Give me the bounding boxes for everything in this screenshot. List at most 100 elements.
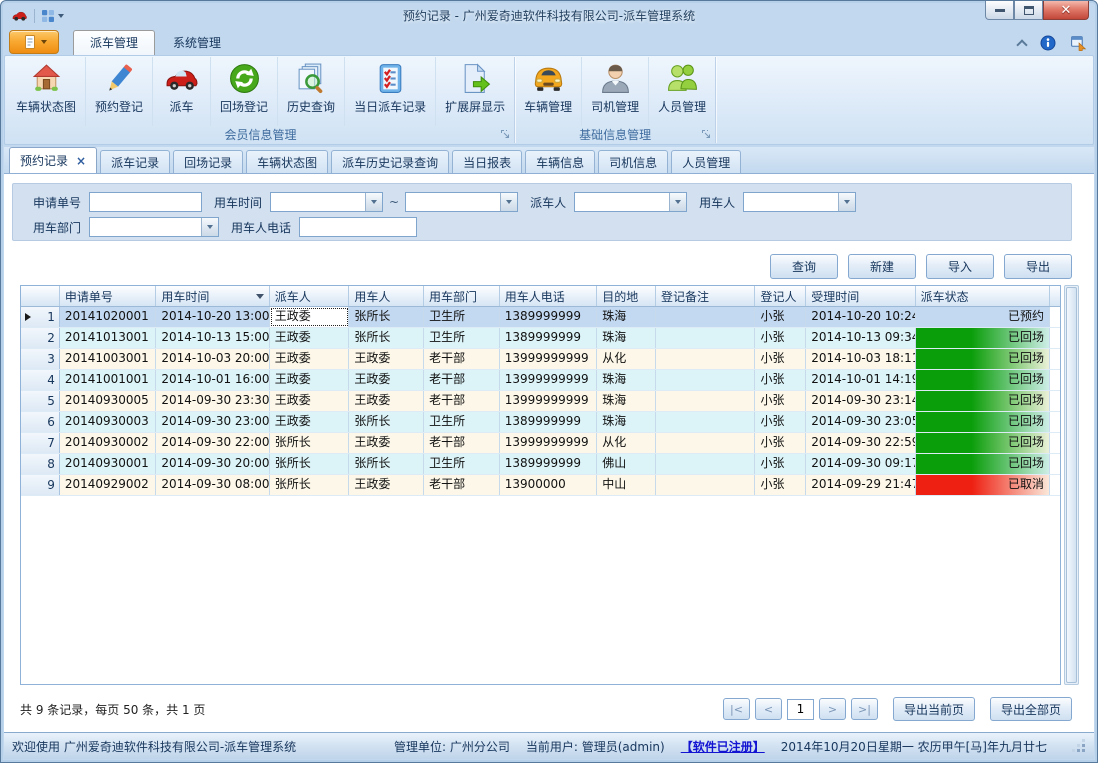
collapse-ribbon-icon[interactable] [1016, 39, 1027, 50]
dropdown-button[interactable] [201, 218, 218, 236]
dispatcher-combo[interactable] [574, 192, 687, 212]
grid-cell[interactable]: 2014-09-30 22:00 [156, 433, 269, 453]
dispatch-status-cell[interactable]: 已回场 [916, 412, 1050, 432]
grid-cell[interactable]: 1389999999 [500, 454, 598, 474]
grid-cell[interactable]: 珠海 [597, 328, 656, 348]
grid-cell[interactable]: 王政委 [349, 391, 424, 411]
vertical-scrollbar[interactable] [1064, 285, 1079, 685]
row-header[interactable]: 6 [21, 412, 60, 432]
grid-cell[interactable]: 珠海 [597, 307, 656, 327]
column-header-0[interactable]: 申请单号 [60, 286, 157, 306]
grid-cell[interactable]: 13999999999 [500, 433, 598, 453]
car-user-input[interactable] [744, 193, 838, 211]
column-header-5[interactable]: 用车人电话 [500, 286, 598, 306]
dropdown-button[interactable] [669, 193, 686, 211]
grid-cell[interactable]: 中山 [597, 475, 656, 495]
grid-cell[interactable]: 老干部 [424, 433, 500, 453]
column-header-10[interactable]: 派车状态 [916, 286, 1050, 306]
grid-cell[interactable]: 小张 [755, 412, 806, 432]
application-no-input[interactable] [89, 192, 202, 212]
minimize-button[interactable] [985, 1, 1014, 20]
grid-cell[interactable]: 20140930005 [60, 391, 157, 411]
grid-cell[interactable]: 小张 [755, 328, 806, 348]
dropdown-button[interactable] [838, 193, 855, 211]
doc-tab-6[interactable]: 车辆信息 [525, 150, 595, 173]
grid-cell[interactable]: 王政委 [270, 349, 350, 369]
grid-cell[interactable]: 卫生所 [424, 412, 500, 432]
grid-cell[interactable]: 王政委 [270, 412, 350, 432]
grid-cell[interactable]: 卫生所 [424, 454, 500, 474]
grid-cell[interactable]: 2014-09-30 22:59 [806, 433, 915, 453]
grid-cell[interactable]: 从化 [597, 433, 656, 453]
grid-cell[interactable]: 王政委 [349, 433, 424, 453]
grid-cell[interactable]: 王政委 [270, 328, 350, 348]
grid-cell[interactable] [656, 370, 756, 390]
table-row[interactable]: 5201409300052014-09-30 23:30王政委王政委老干部139… [21, 391, 1060, 412]
resize-grip[interactable] [1073, 740, 1086, 753]
grid-cell[interactable]: 2014-09-30 09:17 [806, 454, 915, 474]
grid-cell[interactable]: 老干部 [424, 391, 500, 411]
use-time-to-input[interactable] [406, 193, 500, 211]
table-row[interactable]: 8201409300012014-09-30 20:00张所长张所长卫生所138… [21, 454, 1060, 475]
column-header-2[interactable]: 派车人 [270, 286, 350, 306]
column-header-6[interactable]: 目的地 [597, 286, 656, 306]
scrollbar-thumb[interactable] [1066, 287, 1077, 683]
grid-cell[interactable]: 张所长 [270, 433, 350, 453]
grid-cell[interactable]: 2014-10-03 18:11 [806, 349, 915, 369]
import-button[interactable]: 导入 [926, 254, 994, 279]
ribbon-button-driver[interactable]: 司机管理 [581, 57, 648, 126]
last-page-button[interactable]: >| [851, 698, 878, 720]
grid-cell[interactable]: 2014-09-29 21:47 [806, 475, 915, 495]
grid-cell[interactable]: 小张 [755, 391, 806, 411]
doc-tab-7[interactable]: 司机信息 [598, 150, 668, 173]
grid-cell[interactable]: 小张 [755, 370, 806, 390]
department-input[interactable] [90, 218, 201, 236]
ribbon-button-checklist[interactable]: 当日派车记录 [344, 57, 435, 126]
grid-cell[interactable]: 2014-10-01 14:19 [806, 370, 915, 390]
grid-cell[interactable]: 20140929002 [60, 475, 157, 495]
grid-cell[interactable]: 张所长 [349, 412, 424, 432]
row-header[interactable]: 4 [21, 370, 60, 390]
table-row[interactable]: 7201409300022014-09-30 22:00张所长王政委老干部139… [21, 433, 1060, 454]
maximize-button[interactable] [1014, 1, 1043, 20]
grid-cell[interactable]: 20140930003 [60, 412, 157, 432]
grid-cell[interactable]: 小张 [755, 307, 806, 327]
doc-tab-1[interactable]: 派车记录 [100, 150, 170, 173]
row-header[interactable]: 2 [21, 328, 60, 348]
grid-cell[interactable] [656, 412, 756, 432]
grid-cell[interactable]: 13900000 [500, 475, 598, 495]
next-page-button[interactable]: > [819, 698, 846, 720]
grid-cell[interactable]: 13999999999 [500, 370, 598, 390]
grid-cell[interactable]: 小张 [755, 454, 806, 474]
grid-cell[interactable]: 1389999999 [500, 328, 598, 348]
grid-cell[interactable]: 20140930002 [60, 433, 157, 453]
window-style-icon[interactable] [1070, 34, 1087, 51]
column-header-3[interactable]: 用车人 [349, 286, 424, 306]
close-tab-icon[interactable]: × [76, 154, 86, 168]
column-header-1[interactable]: 用车时间 [156, 286, 269, 306]
table-row[interactable]: 9201409290022014-09-30 08:00张所长王政委老干部139… [21, 475, 1060, 496]
grid-cell[interactable]: 珠海 [597, 370, 656, 390]
ribbon-button-orange-car[interactable]: 车辆管理 [515, 57, 581, 126]
dropdown-button[interactable] [365, 193, 382, 211]
dispatch-status-cell[interactable]: 已取消 [916, 475, 1050, 495]
prev-page-button[interactable]: < [755, 698, 782, 720]
grid-cell[interactable]: 1389999999 [500, 412, 598, 432]
grid-cell[interactable] [656, 475, 756, 495]
grid-cell[interactable]: 王政委 [270, 391, 350, 411]
table-row[interactable]: 6201409300032014-09-30 23:00王政委张所长卫生所138… [21, 412, 1060, 433]
grid-cell[interactable]: 2014-09-30 08:00 [156, 475, 269, 495]
grid-cell[interactable] [656, 307, 756, 327]
export-button[interactable]: 导出 [1004, 254, 1072, 279]
grid-cell[interactable]: 2014-09-30 20:00 [156, 454, 269, 474]
column-header-8[interactable]: 登记人 [755, 286, 806, 306]
close-button[interactable]: ✕ [1043, 1, 1089, 20]
dispatch-status-cell[interactable]: 已回场 [916, 328, 1050, 348]
table-row[interactable]: 3201410030012014-10-03 20:00王政委王政委老干部139… [21, 349, 1060, 370]
user-phone-input[interactable] [299, 217, 417, 237]
table-row[interactable]: 2201410130012014-10-13 15:00王政委张所长卫生所138… [21, 328, 1060, 349]
grid-cell[interactable]: 王政委 [349, 349, 424, 369]
grid-cell[interactable] [656, 454, 756, 474]
grid-cell[interactable]: 老干部 [424, 475, 500, 495]
department-combo[interactable] [89, 217, 219, 237]
